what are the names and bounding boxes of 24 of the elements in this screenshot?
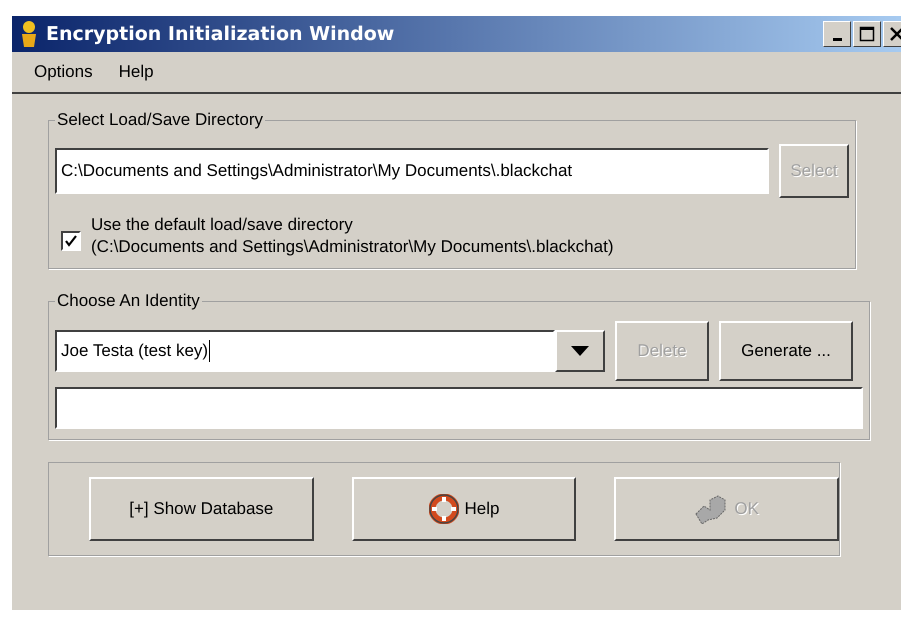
hand-icon xyxy=(694,494,728,524)
checkmark-icon xyxy=(64,234,78,248)
dropdown-button[interactable] xyxy=(555,330,605,372)
group-title: Choose An Identity xyxy=(56,291,201,311)
maximize-button[interactable] xyxy=(853,21,881,47)
checkbox-label: Use the default load/save directory xyxy=(91,214,354,236)
minimize-icon xyxy=(832,38,842,40)
maximize-icon xyxy=(859,26,875,42)
text-field[interactable] xyxy=(55,387,863,429)
group-title: Select Load/Save Directory xyxy=(56,110,264,130)
identity-combo-field[interactable]: Joe Testa (test key) xyxy=(55,330,555,372)
menu-item[interactable]: Help xyxy=(118,62,154,82)
checkbox-label: (C:\Documents and Settings\Administrator\My Documents\.blackchat) xyxy=(91,236,614,258)
generate-button[interactable]: Generate ... xyxy=(719,321,853,381)
window-title: Encryption Initialization Window xyxy=(46,23,396,45)
lifebuoy-icon xyxy=(428,494,459,524)
checkbox[interactable] xyxy=(61,231,81,251)
menu-item[interactable]: Options xyxy=(34,62,93,82)
directory-field[interactable]: C:\Documents and Settings\Administrator\My Documents\.blackchat xyxy=(55,148,769,194)
caret-icon xyxy=(571,346,589,356)
help-button[interactable]: Help xyxy=(352,477,576,541)
database-button[interactable]: [+] Show Database xyxy=(89,477,314,541)
minimize-button[interactable] xyxy=(823,21,851,47)
close-icon xyxy=(889,26,901,42)
